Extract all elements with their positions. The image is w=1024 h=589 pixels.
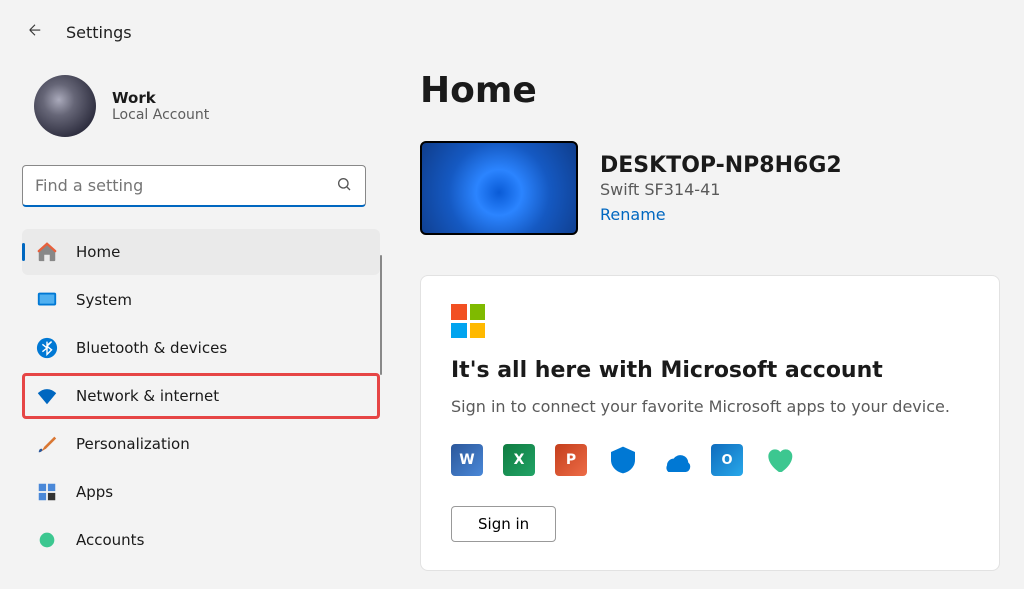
search-box (22, 165, 366, 207)
device-section: DESKTOP-NP8H6G2 Swift SF314-41 Rename (420, 141, 1024, 235)
content: Home DESKTOP-NP8H6G2 Swift SF314-41 Rena… (420, 70, 1024, 589)
search-input[interactable] (22, 165, 366, 207)
wifi-icon (36, 385, 58, 407)
powerpoint-icon: P (555, 444, 587, 476)
header: Settings (0, 0, 1024, 44)
sidebar-item-network[interactable]: Network & internet (22, 373, 380, 419)
sidebar-item-accounts[interactable]: Accounts (22, 517, 380, 551)
device-model: Swift SF314-41 (600, 180, 842, 199)
account-type: Local Account (112, 107, 209, 123)
accounts-icon (36, 529, 58, 551)
sidebar-item-apps[interactable]: Apps (22, 469, 380, 515)
sidebar-scrollbar-thumb[interactable] (380, 255, 382, 375)
microsoft-account-card: It's all here with Microsoft account Sig… (420, 275, 1000, 571)
rename-link[interactable]: Rename (600, 205, 842, 224)
outlook-icon: O (711, 444, 743, 476)
apps-icon (36, 481, 58, 503)
home-icon (36, 241, 58, 263)
family-icon (763, 444, 795, 476)
brush-icon (36, 433, 58, 455)
microsoft-logo-icon (451, 304, 485, 338)
account-name: Work (112, 89, 209, 107)
page-title: Home (420, 70, 1024, 111)
sidebar-scrollbar-track[interactable] (381, 55, 387, 551)
account-section[interactable]: Work Local Account (34, 75, 380, 137)
signin-button[interactable]: Sign in (451, 506, 556, 542)
sidebar-item-label: Bluetooth & devices (76, 339, 227, 357)
sidebar-item-label: System (76, 291, 132, 309)
app-icons-row: W X P O (451, 444, 969, 476)
onedrive-icon (659, 444, 691, 476)
ms-card-title: It's all here with Microsoft account (451, 358, 969, 383)
sidebar-item-label: Network & internet (76, 387, 219, 405)
sidebar-item-home[interactable]: Home (22, 229, 380, 275)
defender-icon (607, 444, 639, 476)
excel-icon: X (503, 444, 535, 476)
ms-card-description: Sign in to connect your favorite Microso… (451, 397, 969, 416)
sidebar-item-system[interactable]: System (22, 277, 380, 323)
nav-list: Home System Bluetooth & devices Network … (22, 229, 380, 551)
device-name: DESKTOP-NP8H6G2 (600, 153, 842, 178)
sidebar-item-personalization[interactable]: Personalization (22, 421, 380, 467)
sidebar-item-label: Apps (76, 483, 113, 501)
header-title: Settings (66, 23, 132, 42)
sidebar: Work Local Account Home System Bluetooth (0, 55, 390, 551)
sidebar-item-bluetooth[interactable]: Bluetooth & devices (22, 325, 380, 371)
back-arrow-icon[interactable] (26, 20, 44, 44)
sidebar-item-label: Home (76, 243, 120, 261)
word-icon: W (451, 444, 483, 476)
system-icon (36, 289, 58, 311)
device-thumbnail (420, 141, 578, 235)
sidebar-item-label: Accounts (76, 531, 144, 549)
avatar (34, 75, 96, 137)
bluetooth-icon (36, 337, 58, 359)
sidebar-item-label: Personalization (76, 435, 190, 453)
